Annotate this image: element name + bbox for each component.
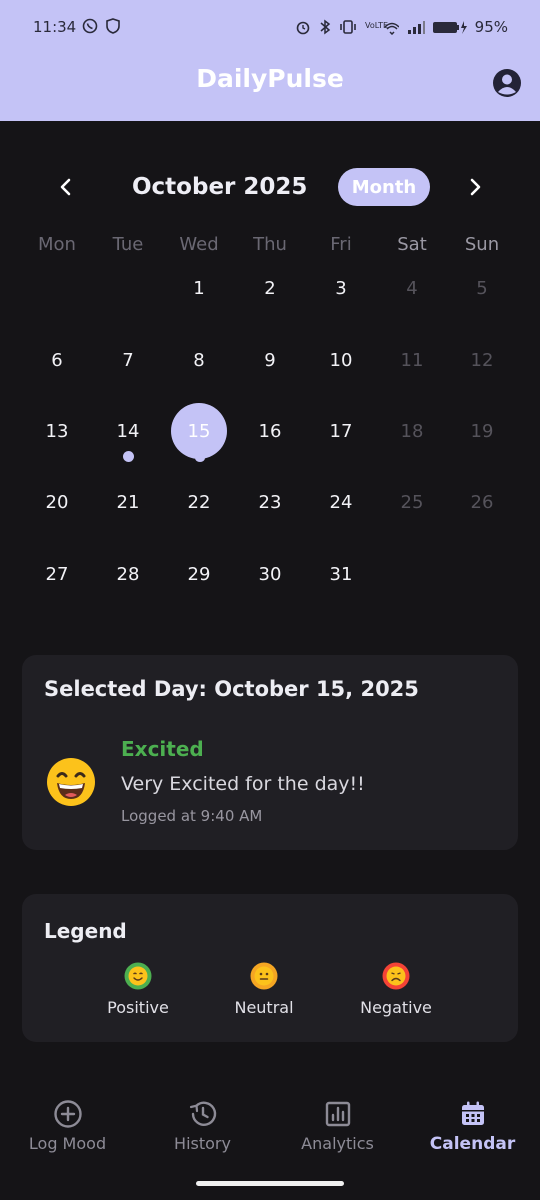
calendar-day[interactable]: 19 — [454, 403, 510, 459]
calendar-day[interactable]: 7 — [100, 332, 156, 388]
nav-analytics[interactable]: Analytics — [270, 1098, 405, 1153]
month-title: October 2025 — [132, 174, 308, 200]
status-time: 11:34 — [33, 18, 77, 36]
weekday-label: Sun — [464, 234, 500, 255]
calendar-day[interactable]: 26 — [454, 474, 510, 530]
legend-label: Negative — [360, 998, 432, 1017]
profile-icon[interactable] — [492, 68, 522, 98]
weekday-label: Sat — [397, 234, 427, 255]
nav-label: Log Mood — [28, 1134, 107, 1153]
sad-face-icon — [382, 962, 410, 990]
calendar-day[interactable]: 17 — [313, 403, 369, 459]
calendar-day[interactable]: 30 — [242, 546, 298, 602]
mood-entry-dot — [195, 454, 205, 462]
vibrate-icon — [339, 20, 356, 34]
calendar-day[interactable]: 10 — [313, 332, 369, 388]
legend-label: Positive — [107, 998, 169, 1017]
shield-icon — [106, 18, 120, 34]
calendar-day-selected[interactable]: 15 — [171, 403, 227, 459]
nav-log-mood[interactable]: Log Mood — [0, 1098, 135, 1153]
next-month-button[interactable] — [460, 172, 490, 202]
calendar-day[interactable]: 28 — [100, 546, 156, 602]
excited-face-icon — [47, 758, 95, 806]
calendar-day[interactable]: 13 — [29, 403, 85, 459]
calendar-day[interactable]: 24 — [313, 474, 369, 530]
analytics-icon — [325, 1101, 350, 1127]
smiling-face-icon — [124, 962, 152, 990]
chevron-left-icon — [60, 178, 71, 196]
calendar-day[interactable]: 25 — [384, 474, 440, 530]
calendar-day[interactable]: 3 — [313, 260, 369, 316]
legend-title: Legend — [44, 919, 127, 943]
calendar-header: October 2025 Month — [0, 166, 540, 208]
battery-icon — [432, 21, 467, 34]
weekday-label: Tue — [112, 234, 144, 255]
nav-label: History — [174, 1134, 231, 1153]
calendar-day[interactable]: 8 — [171, 332, 227, 388]
calendar-day[interactable]: 20 — [29, 474, 85, 530]
svg-text:VoLTE: VoLTE — [365, 21, 388, 30]
calendar-day[interactable]: 1 — [171, 260, 227, 316]
legend-card: Legend Positive Neutral Negative — [22, 894, 518, 1042]
calendar-day[interactable]: 31 — [313, 546, 369, 602]
calendar-day[interactable]: 9 — [242, 332, 298, 388]
weekday-label: Fri — [330, 234, 352, 255]
nav-label: Calendar — [429, 1134, 516, 1154]
weekday-label: Wed — [179, 234, 219, 255]
calendar-day[interactable]: 21 — [100, 474, 156, 530]
calendar-day[interactable]: 4 — [384, 260, 440, 316]
battery-percent: 95% — [474, 18, 508, 36]
legend-item-negative: Negative — [331, 962, 461, 1017]
legend-item-positive: Positive — [73, 962, 203, 1017]
chevron-right-icon — [470, 178, 481, 196]
calendar-day[interactable]: 23 — [242, 474, 298, 530]
view-toggle-button[interactable]: Month — [338, 168, 430, 206]
calendar-day[interactable]: 12 — [454, 332, 510, 388]
volte-wifi-icon: VoLTE — [365, 21, 399, 35]
alarm-icon — [296, 21, 309, 35]
calendar-day[interactable]: 2 — [242, 260, 298, 316]
calendar-day[interactable]: 16 — [242, 403, 298, 459]
add-circle-icon — [53, 1100, 82, 1128]
calendar-day[interactable]: 27 — [29, 546, 85, 602]
calendar-day[interactable]: 22 — [171, 474, 227, 530]
app-title: DailyPulse — [196, 64, 344, 93]
previous-month-button[interactable] — [51, 172, 81, 202]
mood-note: Very Excited for the day!! — [121, 773, 365, 795]
mood-label: Excited — [121, 737, 204, 761]
status-bar: 11:34 VoLTE 95% — [0, 0, 540, 56]
neutral-face-icon — [250, 962, 278, 990]
calendar-day[interactable]: 11 — [384, 332, 440, 388]
calendar-day[interactable]: 18 — [384, 403, 440, 459]
nav-label: Analytics — [301, 1134, 374, 1153]
weekday-label: Mon — [38, 234, 76, 255]
nav-history[interactable]: History — [135, 1098, 270, 1153]
mood-entry-dot — [123, 451, 134, 462]
calendar-day[interactable]: 6 — [29, 332, 85, 388]
calendar-icon — [461, 1101, 484, 1125]
calendar-day[interactable]: 29 — [171, 546, 227, 602]
legend-label: Neutral — [234, 998, 294, 1017]
home-indicator[interactable] — [196, 1181, 344, 1186]
selected-day-card: Selected Day: October 15, 2025 Excited V… — [22, 655, 518, 850]
signal-icon — [407, 21, 425, 34]
whatsapp-icon — [82, 18, 98, 34]
selected-day-title: Selected Day: October 15, 2025 — [44, 677, 419, 701]
bluetooth-icon — [320, 19, 330, 35]
legend-item-neutral: Neutral — [199, 962, 329, 1017]
weekday-label: Thu — [253, 234, 287, 255]
logged-time: Logged at 9:40 AM — [121, 807, 263, 825]
calendar-day[interactable]: 5 — [454, 260, 510, 316]
nav-calendar[interactable]: Calendar — [405, 1098, 540, 1154]
history-icon — [189, 1101, 216, 1126]
